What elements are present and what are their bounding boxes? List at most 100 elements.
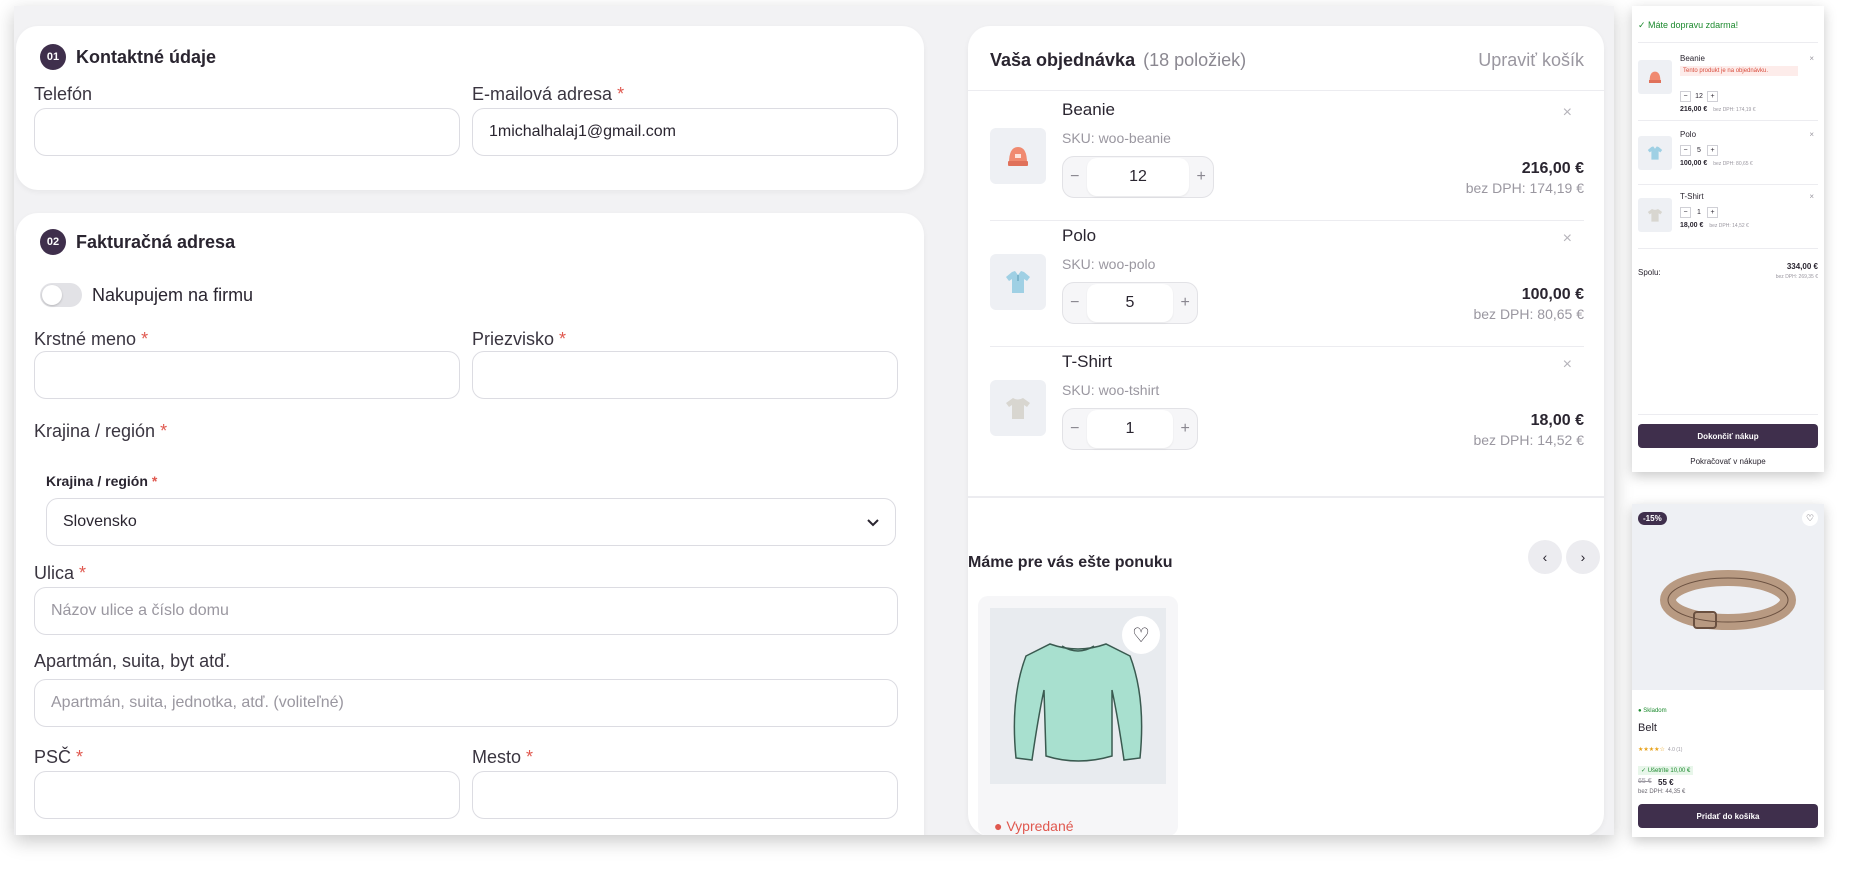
discount-badge: -15% — [1638, 512, 1667, 525]
street-label: Ulica * — [34, 563, 86, 584]
order-item-polo: Polo SKU: woo-polo − 5 + × 100,00 € bez … — [990, 220, 1584, 346]
offer-product-card[interactable]: ♡ ● Vypredané — [978, 596, 1178, 835]
order-summary: Vaša objednávka (18 položiek) Upraviť koš… — [968, 26, 1604, 835]
add-to-cart-button[interactable]: Pridať do košíka — [1638, 804, 1818, 828]
phone-field[interactable] — [34, 108, 460, 156]
required-mark: * — [617, 84, 625, 104]
minus-button[interactable]: − — [1063, 294, 1087, 312]
polo-shirt-icon — [1638, 136, 1672, 170]
quantity-input[interactable]: 1 — [1086, 410, 1174, 448]
quantity-value[interactable]: 5 — [1691, 147, 1707, 154]
plus-button[interactable]: + — [1173, 420, 1197, 438]
company-toggle[interactable] — [40, 283, 82, 307]
order-title: Vaša objednávka — [990, 50, 1136, 70]
quantity-value[interactable]: 12 — [1691, 93, 1707, 100]
order-item-beanie: Beanie SKU: woo-beanie − 12 + × 216,00 €… — [990, 94, 1584, 220]
quantity-input[interactable]: 12 — [1086, 158, 1190, 196]
remove-item-button[interactable]: × — [1563, 230, 1572, 248]
beanie-icon — [1638, 60, 1672, 94]
divider — [1638, 120, 1818, 121]
plus-button[interactable]: + — [1707, 206, 1718, 218]
remove-item-button[interactable]: × — [1809, 130, 1814, 139]
minus-button[interactable]: − — [1680, 90, 1691, 102]
item-price: 216,00 € — [1521, 160, 1584, 177]
item-price: 100,00 € — [1521, 286, 1584, 303]
continue-shopping-link[interactable]: Pokračovať v nákupe — [1638, 457, 1818, 466]
order-count: (18 položiek) — [1143, 50, 1247, 70]
mini-item-price: 100,00 € bez DPH: 80,65 € — [1680, 160, 1753, 167]
quantity-value[interactable]: 1 — [1691, 209, 1707, 216]
last-name-field[interactable] — [472, 351, 898, 399]
product-name[interactable]: Belt — [1638, 722, 1657, 734]
phone-label-text: Telefón — [34, 84, 93, 104]
mini-item-name: Beanie — [1680, 54, 1705, 63]
first-name-label-text: Krstné meno — [34, 329, 137, 349]
carousel-next-button[interactable]: › — [1566, 540, 1600, 574]
phone-label: Telefón — [34, 84, 92, 105]
city-label: Mesto * — [472, 747, 533, 768]
order-item-tshirt: T-Shirt SKU: woo-tshirt − 1 + × 18,00 € … — [990, 346, 1584, 472]
minus-button[interactable]: − — [1680, 144, 1691, 156]
mini-cart-item: Polo − 5 + 100,00 € bez DPH: 80,65 € × — [1638, 128, 1818, 188]
chevron-down-icon — [867, 514, 879, 530]
checkout-button[interactable]: Dokončiť nákup — [1638, 424, 1818, 448]
quantity-stepper: − 12 + — [1062, 156, 1214, 198]
remove-item-button[interactable]: × — [1809, 192, 1814, 201]
zip-label: PSČ * — [34, 747, 83, 768]
last-name-label: Priezvisko * — [472, 329, 566, 350]
free-shipping-notice: ✓ Máte dopravu zdarma! — [1638, 20, 1739, 30]
item-net-price: bez DPH: 14,52 € — [1473, 432, 1584, 448]
country-sub-label-text: Krajina / región — [46, 473, 148, 489]
country-label-text: Krajina / región — [34, 421, 156, 441]
item-sku: SKU: woo-polo — [1062, 256, 1156, 272]
mini-item-price: 18,00 € bez DPH: 14,52 € — [1680, 222, 1749, 229]
city-field[interactable] — [472, 771, 898, 819]
price: 18,00 € — [1680, 222, 1704, 229]
country-select[interactable]: Slovensko — [46, 498, 896, 546]
divider — [1638, 184, 1818, 185]
wishlist-heart-icon[interactable]: ♡ — [1122, 616, 1160, 654]
minus-button[interactable]: − — [1680, 206, 1691, 218]
soldout-status: ● Vypredané — [994, 818, 1074, 834]
contact-header: 01 Kontaktné údaje — [40, 44, 216, 70]
plus-button[interactable]: + — [1173, 294, 1197, 312]
quantity-input[interactable]: 5 — [1086, 284, 1174, 322]
item-net-price: bez DPH: 80,65 € — [1473, 306, 1584, 322]
minus-button[interactable]: − — [1063, 168, 1087, 186]
mini-item-name: T-Shirt — [1680, 192, 1704, 201]
street-field[interactable]: Názov ulice a číslo domu — [34, 587, 898, 635]
billing-section: 02 Fakturačná adresa Nakupujem na firmu … — [16, 213, 924, 835]
zip-field[interactable] — [34, 771, 460, 819]
price: 216,00 € — [1680, 106, 1708, 113]
apartment-field[interactable]: Apartmán, suita, jednotka, atď. (voliteľ… — [34, 679, 898, 727]
minus-button[interactable]: − — [1063, 420, 1087, 438]
remove-item-button[interactable]: × — [1563, 104, 1572, 122]
required-mark: * — [559, 329, 567, 349]
edit-cart-link[interactable]: Upraviť košík — [1478, 50, 1584, 71]
net-price: bez DPH: 14,52 € — [1709, 223, 1749, 229]
rating-stars: ★★★★☆ 4.0 (1) — [1638, 746, 1682, 753]
first-name-label: Krstné meno * — [34, 329, 148, 350]
star-icons: ★★★★☆ — [1638, 747, 1665, 753]
step-number: 02 — [40, 229, 66, 255]
section-title: Kontaktné údaje — [76, 46, 217, 67]
plus-button[interactable]: + — [1707, 144, 1718, 156]
divider — [968, 90, 1604, 91]
quantity-stepper: − 5 + — [1062, 282, 1198, 324]
carousel-prev-button[interactable]: ‹ — [1528, 540, 1562, 574]
remove-item-button[interactable]: × — [1563, 356, 1572, 374]
mini-item-price: 216,00 € bez DPH: 174,19 € — [1680, 106, 1756, 113]
wishlist-heart-icon[interactable]: ♡ — [1802, 510, 1818, 526]
product-card-belt[interactable]: -15% ♡ ● Skladom Belt ★★★★☆ 4.0 (1) ✓ Uše… — [1632, 504, 1824, 837]
item-name: Beanie — [1062, 100, 1115, 119]
street-label-text: Ulica — [34, 563, 75, 583]
plus-button[interactable]: + — [1189, 168, 1213, 186]
first-name-field[interactable] — [34, 351, 460, 399]
belt-image — [1632, 504, 1824, 690]
plus-button[interactable]: + — [1707, 90, 1718, 102]
remove-item-button[interactable]: × — [1809, 54, 1814, 63]
net-price: bez DPH: 44,35 € — [1638, 789, 1686, 795]
email-field[interactable]: 1michalhalaj1@gmail.com — [472, 108, 898, 156]
item-sku: SKU: woo-beanie — [1062, 130, 1171, 146]
required-mark: * — [160, 421, 168, 441]
